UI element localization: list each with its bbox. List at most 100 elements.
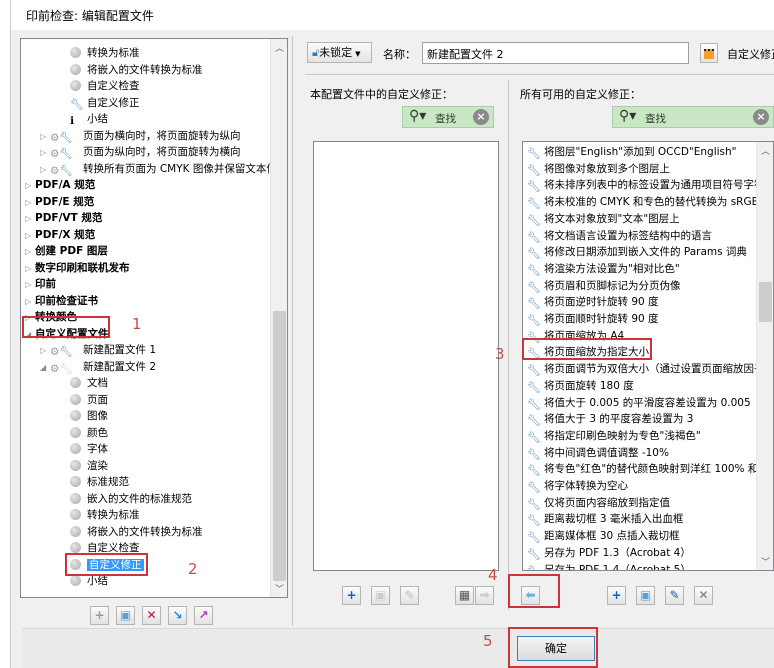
fixup-list-item[interactable]: 🔧︎ 将页面旋转 180 度 [527,378,634,394]
tree-item[interactable]: 文档 [70,375,108,391]
expander-icon[interactable]: ▷ [25,294,35,310]
fixup-list-item[interactable]: 🔧︎ 将页面顺时针旋转 90 度 [527,311,659,327]
fixup-list-item[interactable]: 🔧︎ 将图像对象放到多个图层上 [527,161,670,177]
fixup-list-item[interactable]: 🔧︎ 距离裁切框 3 毫米插入出血框 [527,511,683,527]
expander-icon[interactable]: ▷ [40,129,50,145]
tree-item[interactable]: 嵌入的文件的标准规范 [70,491,192,507]
expander-icon[interactable]: ▷ [40,162,50,178]
profile-name-input[interactable]: 新建配置文件 2 [422,42,689,64]
fixup-list-item[interactable]: 🔧︎ 另存为 PDF 1.3（Acrobat 4） [527,545,691,561]
wrench-icon: 🔧︎ [527,531,541,545]
tree-item[interactable]: 颜色 [70,425,108,441]
export-profile-button[interactable]: ↗ [194,606,213,625]
tree-item[interactable]: ▷ ⚙🔧︎ 页面为横向时，将页面旋转为纵向 [40,128,241,144]
fixup-list-item[interactable]: 🔧︎ 将修改日期添加到嵌入文件的 Params 词典 [527,244,747,260]
clear-search-icon[interactable]: × [473,109,489,125]
expander-icon[interactable]: ▷ [25,244,35,260]
fixup-list-item[interactable]: 🔧︎ 距离媒体框 30 点插入裁切框 [527,528,680,544]
lock-dropdown[interactable]: 🔓︎未锁定 ▼ [307,42,372,63]
fixup-list-item[interactable]: 🔧︎ 将中间调色调值调整 -10% [527,445,669,461]
tree-item[interactable]: 页面 [70,392,108,408]
fixup-list-item[interactable]: 🔧︎ 将页面调节为双倍大小（通过设置页面缩放因子 [527,361,765,377]
profile-fixups-list[interactable] [313,141,499,571]
fixup-list-item[interactable]: 🔧︎ 将未排序列表中的标签设置为通用项目符号字符 [527,177,765,193]
scroll-up-icon[interactable]: ︿ [271,41,287,54]
expander-icon[interactable]: ▷ [25,228,35,244]
tree-item[interactable]: ▷ 创建 PDF 图层 [25,243,108,259]
tree-item[interactable]: 自定义检查 [70,78,140,94]
fixup-icon[interactable] [700,43,718,63]
tree-item[interactable]: ▷ PDF/E 规范 [25,194,94,210]
edit-fixup-button[interactable]: ✎ [665,586,684,605]
tree-item[interactable]: ▷ ⚙🔧︎ 新建配置文件 1 [40,342,156,358]
fixup-list-item[interactable]: 🔧︎ 将专色"红色"的替代颜色映射到洋红 100% 和黄 [527,461,769,477]
expander-icon[interactable]: ▷ [25,211,35,227]
fixup-list-item[interactable]: 🔧︎ 将未校准的 CMYK 和专色的替代转换为 sRGB [527,194,759,210]
move-right-button[interactable]: ➡ [475,586,494,605]
tree-item[interactable]: ▷ 数字印刷和联机发布 [25,260,130,276]
tree-item[interactable]: ◢ ⚙🔧︎ 新建配置文件 2 [40,359,156,375]
tree-scrollbar[interactable]: ︿ ﹀ [270,39,287,597]
tree-item-label: 图像 [87,410,108,422]
duplicate-fixup-button[interactable]: ▣ [371,586,390,605]
expander-icon[interactable]: ▷ [25,277,35,293]
tree-item[interactable]: ℹ 小结 [70,111,108,127]
import-profile-button[interactable]: ↘ [168,606,187,625]
scroll-down-icon[interactable]: ﹀ [757,555,773,568]
expander-icon[interactable]: ▷ [25,261,35,277]
scroll-down-icon[interactable]: ﹀ [271,582,287,595]
fixup-settings-button[interactable]: ▦ [455,586,474,605]
expander-icon[interactable]: ▷ [40,343,50,359]
tree-item[interactable]: 将嵌入的文件转换为标准 [70,62,203,78]
fixup-list-item[interactable]: 🔧︎ 仅将页面内容缩放到指定值 [527,495,670,511]
scrollbar-thumb[interactable] [759,282,772,322]
fixup-label: 将指定印刷色映射为专色"浅褐色" [544,429,701,442]
tree-item[interactable]: 字体 [70,441,108,457]
duplicate-profile-button[interactable]: ▣ [116,606,135,625]
new-fixup-button[interactable]: + [607,586,626,605]
fixup-list-item[interactable]: 🔧︎ 将值大于 3 的平度容差设置为 3 [527,411,693,427]
new-fixup-button[interactable]: + [342,586,361,605]
right-search[interactable]: ⚲▾ 查找 × [612,106,774,128]
tree-item[interactable]: ▷ ⚙🔧︎ 页面为纵向时，将页面旋转为横向 [40,144,241,160]
fixup-list-item[interactable]: 🔧︎ 将渲染方法设置为"相对比色" [527,261,680,277]
fixup-list-item[interactable]: 🔧︎ 将页面逆时针旋转 90 度 [527,294,659,310]
fixup-list-item[interactable]: 🔧︎ 将指定印刷色映射为专色"浅褐色" [527,428,701,444]
expander-icon[interactable]: ▷ [40,145,50,161]
duplicate-fixup-button[interactable]: ▣ [636,586,655,605]
tree-item[interactable]: ▷ PDF/VT 规范 [25,210,102,226]
tree-item[interactable]: 转换为标准 [70,507,140,523]
tree-item[interactable]: 渲染 [70,458,108,474]
tree-item[interactable]: 转换为标准 [70,45,140,61]
tree-item[interactable]: 图像 [70,408,108,424]
tree-item[interactable]: ▷ PDF/X 规范 [25,227,95,243]
tree-item[interactable]: 标准规范 [70,474,129,490]
tree-item[interactable]: ▷ 印前检查证书 [25,293,98,309]
tree-item[interactable]: ▷ PDF/A 规范 [25,177,95,193]
add-profile-button[interactable]: + [90,606,109,625]
tree-item[interactable]: ▷ ⚙🔧︎ 转换所有页面为 CMYK 图像并保留文本信 [40,161,277,177]
middle-search[interactable]: ⚲▾ 查找 × [402,106,494,128]
fixup-list-item[interactable]: 🔧︎ 将文本对象放到"文本"图层上 [527,211,680,227]
fixup-list-item[interactable]: 🔧︎ 将文档语言设置为标签结构中的语言 [527,228,712,244]
fixup-list-item[interactable]: 🔧︎ 将值大于 0.005 的平滑度容差设置为 0.005 [527,395,751,411]
tree-item[interactable]: 🔧︎ 自定义修正 [70,95,140,111]
fixups-scrollbar[interactable]: ︿ ﹀ [756,142,773,570]
scrollbar-thumb[interactable] [273,311,286,581]
tree-item[interactable]: 将嵌入的文件转换为标准 [70,524,203,540]
scroll-up-icon[interactable]: ︿ [757,144,773,157]
expander-icon[interactable]: ◢ [40,360,50,376]
tree-item-label: 自定义检查 [87,80,140,92]
fixup-list-item[interactable]: 🔧︎ 将字体转换为空心 [527,478,628,494]
expander-icon[interactable]: ▷ [25,178,35,194]
tree-item[interactable]: ▷ 印前 [25,276,56,292]
edit-fixup-button[interactable]: ✎ [400,586,419,605]
wrench-icon: 🔧︎ [527,297,541,311]
clear-search-icon[interactable]: × [753,109,769,125]
fixup-list-item[interactable]: 🔧︎ 将图层"English"添加到 OCCD"English" [527,144,737,160]
fixup-list-item[interactable]: 🔧︎ 将页眉和页脚标记为分页伪像 [527,278,681,294]
delete-profile-button[interactable]: ✕ [142,606,161,625]
expander-icon[interactable]: ▷ [25,195,35,211]
delete-fixup-button[interactable]: ✕ [694,586,713,605]
fixup-list-item[interactable]: 🔧︎ 另存为 PDF 1.4（Acrobat 5） [527,562,691,571]
